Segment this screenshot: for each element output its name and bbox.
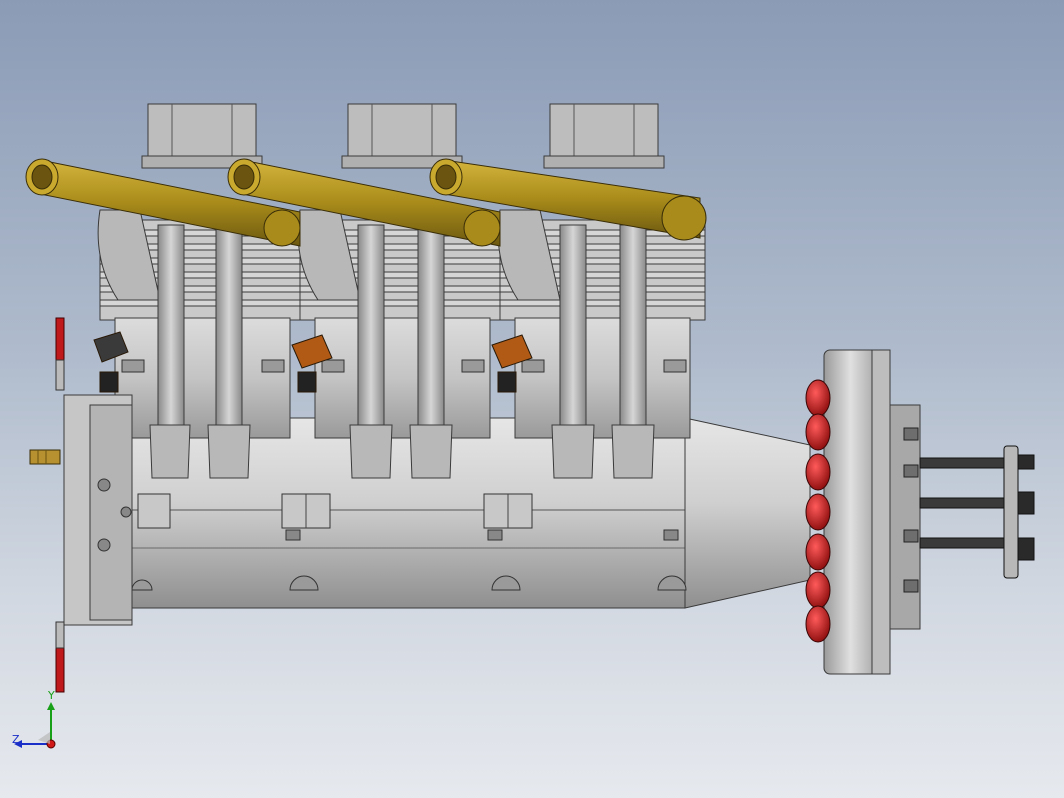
orientation-triad[interactable]: Y Z [8,690,68,756]
output-shafts [919,445,1035,579]
cad-graphics-viewport[interactable]: Y Z [0,0,1064,798]
cylinder-2 [297,103,506,439]
cylinder-1 [97,103,306,439]
cylinder-3 [497,103,706,439]
front-flange [805,349,1035,675]
y-axis-label: Y [48,689,55,702]
cylinder-bank [97,103,706,439]
z-axis-label: Z [12,733,20,746]
triad-axes-icon [14,702,56,749]
red-bolt-ring [805,379,831,643]
engine-model-view[interactable] [0,0,1064,798]
